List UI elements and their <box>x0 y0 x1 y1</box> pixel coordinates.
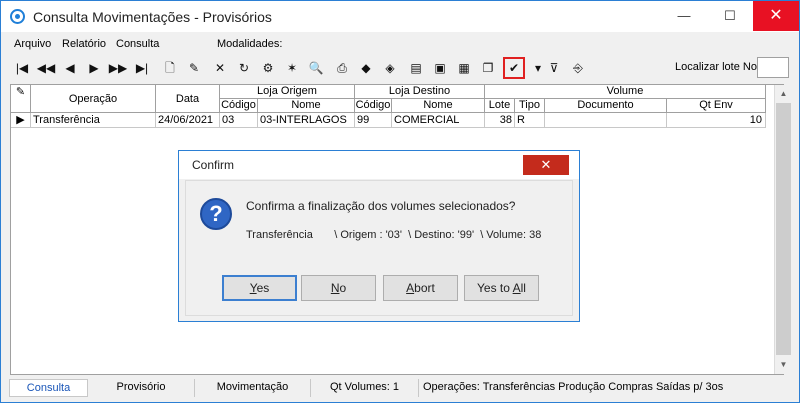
no-button[interactable]: No <box>301 275 376 301</box>
header-operacao[interactable]: Operação <box>31 85 156 113</box>
scroll-down-icon[interactable]: ▼ <box>775 356 792 373</box>
dialog-title: Confirm <box>192 158 235 172</box>
cell-destino-codigo[interactable]: 99 <box>355 113 392 128</box>
yes-to-all-label: ll <box>520 281 526 295</box>
tag-icon[interactable]: ◆ <box>355 57 377 79</box>
scroll-up-icon[interactable]: ▲ <box>775 85 792 102</box>
cell-qt-env[interactable]: 10 <box>667 113 766 128</box>
yes-to-all-button[interactable]: Yes to All <box>464 275 539 301</box>
dialog-title-bar: Confirm ✕ <box>179 151 579 179</box>
abort-button[interactable]: Abort <box>383 275 458 301</box>
prior-page-icon[interactable]: ◀◀ <box>35 57 57 79</box>
new-document-icon[interactable]: 🗋 <box>159 57 181 79</box>
cell-tipo[interactable]: R <box>515 113 545 128</box>
cell-origem-codigo[interactable]: 03 <box>220 113 258 128</box>
last-record-icon[interactable]: ▶| <box>131 57 153 79</box>
window-title: Consulta Movimentações - Provisórios <box>33 9 272 25</box>
cell-destino-nome[interactable]: COMERCIAL <box>392 113 485 128</box>
search-lote-input[interactable] <box>757 57 789 78</box>
status-bar: Consulta Provisório Movimentação Qt Volu… <box>9 379 793 397</box>
question-icon: ? <box>200 198 232 230</box>
cell-lote[interactable]: 38 <box>485 113 515 128</box>
menu-consulta[interactable]: Consulta <box>116 38 159 50</box>
header-destino-nome[interactable]: Nome <box>392 99 485 113</box>
app-icon <box>10 9 25 24</box>
minimize-button[interactable]: — <box>661 1 707 31</box>
preview-icon[interactable]: 🔍 <box>305 57 327 79</box>
yes-button[interactable]: Yes <box>222 275 297 301</box>
row-indicator-icon: ▶ <box>11 113 31 128</box>
header-loja-origem: Loja Origem <box>220 85 355 99</box>
yes-to-all-prefix: Yes to <box>477 281 513 295</box>
properties-icon[interactable]: ⚙ <box>257 57 279 79</box>
menu-relatorio[interactable]: Relatório <box>62 38 106 50</box>
status-qt-volumes: Qt Volumes: 1 <box>311 379 419 397</box>
yes-button-label: es <box>256 281 270 295</box>
dialog-close-button[interactable]: ✕ <box>523 155 569 175</box>
export-icon[interactable]: ▦ <box>453 57 475 79</box>
dialog-message: Confirma a finalização dos volumes selec… <box>246 199 516 213</box>
close-button[interactable]: ✕ <box>753 1 799 31</box>
dialog-detail: Transferência \ Origem : '03' \ Destino:… <box>246 229 542 241</box>
cell-operacao[interactable]: Transferência <box>31 113 156 128</box>
tab-movimentacao[interactable]: Movimentação <box>195 379 311 397</box>
yes-button-hotkey: Y <box>249 281 257 295</box>
cell-data[interactable]: 24/06/2021 <box>156 113 220 128</box>
no-button-label: o <box>339 281 347 295</box>
menu-arquivo[interactable]: Arquivo <box>14 38 51 50</box>
cell-documento[interactable] <box>545 113 667 128</box>
filter-icon[interactable]: ⊽ <box>543 57 565 79</box>
header-tipo[interactable]: Tipo <box>515 99 545 113</box>
dialog-body: ? Confirma a finalização dos volumes sel… <box>185 180 573 316</box>
grid-corner-icon: ✎ <box>11 85 31 113</box>
copy-icon[interactable]: ❐ <box>477 57 499 79</box>
abort-button-label: bort <box>414 281 435 295</box>
prior-record-icon[interactable]: ◀ <box>59 57 81 79</box>
header-loja-destino: Loja Destino <box>355 85 485 99</box>
header-origem-nome[interactable]: Nome <box>258 99 355 113</box>
next-page-icon[interactable]: ▶▶ <box>107 57 129 79</box>
tab-provisorio[interactable]: Provisório <box>88 379 195 397</box>
status-operacoes: Operações: Transferências Produção Compr… <box>423 381 724 393</box>
yes-to-all-hotkey: A <box>512 281 521 295</box>
exit-door-icon[interactable]: ⎆ <box>567 57 589 79</box>
first-record-icon[interactable]: |◀ <box>11 57 33 79</box>
edit-document-icon[interactable]: ✎ <box>183 57 205 79</box>
image-icon[interactable]: ▣ <box>429 57 451 79</box>
main-window: Consulta Movimentações - Provisórios — ☐… <box>0 0 800 403</box>
print-icon[interactable]: ⎙ <box>331 57 353 79</box>
refresh-icon[interactable]: ↻ <box>233 57 255 79</box>
confirm-dialog: Confirm ✕ ? Confirma a finalização dos v… <box>178 150 580 322</box>
header-data[interactable]: Data <box>156 85 220 113</box>
title-bar: Consulta Movimentações - Provisórios — ☐… <box>1 1 799 32</box>
toolbar: |◀ ◀◀ ◀ ▶ ▶▶ ▶| 🗋 ✎ ✕ ↻ ⚙ ✶ 🔍 ⎙ ◆ ◈ ▤ ▣ ▦ ❐ ✔ ▾ ⊽ ⎆ <box>11 57 781 79</box>
header-volume: Volume <box>485 85 766 99</box>
header-destino-codigo[interactable]: Código <box>355 99 392 113</box>
abort-button-hotkey: A <box>406 281 415 295</box>
maximize-button[interactable]: ☐ <box>707 1 753 31</box>
vertical-scrollbar[interactable]: ▲ ▼ <box>774 85 791 374</box>
header-qt-env[interactable]: Qt Env <box>667 99 766 113</box>
cell-origem-nome[interactable]: 03-INTERLAGOS <box>258 113 355 128</box>
header-lote[interactable]: Lote <box>485 99 515 113</box>
magic-wand-icon[interactable]: ✶ <box>281 57 303 79</box>
search-lote-label: Localizar lote No <box>675 61 757 73</box>
scroll-thumb[interactable] <box>776 103 791 355</box>
tab-consulta[interactable]: Consulta <box>9 379 88 397</box>
delete-icon[interactable]: ✕ <box>209 57 231 79</box>
finalize-check-icon[interactable]: ✔ <box>503 57 525 79</box>
header-origem-codigo[interactable]: Código <box>220 99 258 113</box>
header-documento[interactable]: Documento <box>545 99 667 113</box>
goto-icon[interactable]: ◈ <box>379 57 401 79</box>
next-record-icon[interactable]: ▶ <box>83 57 105 79</box>
menu-modalidades[interactable]: Modalidades: <box>217 38 282 50</box>
filter-panel-icon[interactable]: ▤ <box>405 57 427 79</box>
